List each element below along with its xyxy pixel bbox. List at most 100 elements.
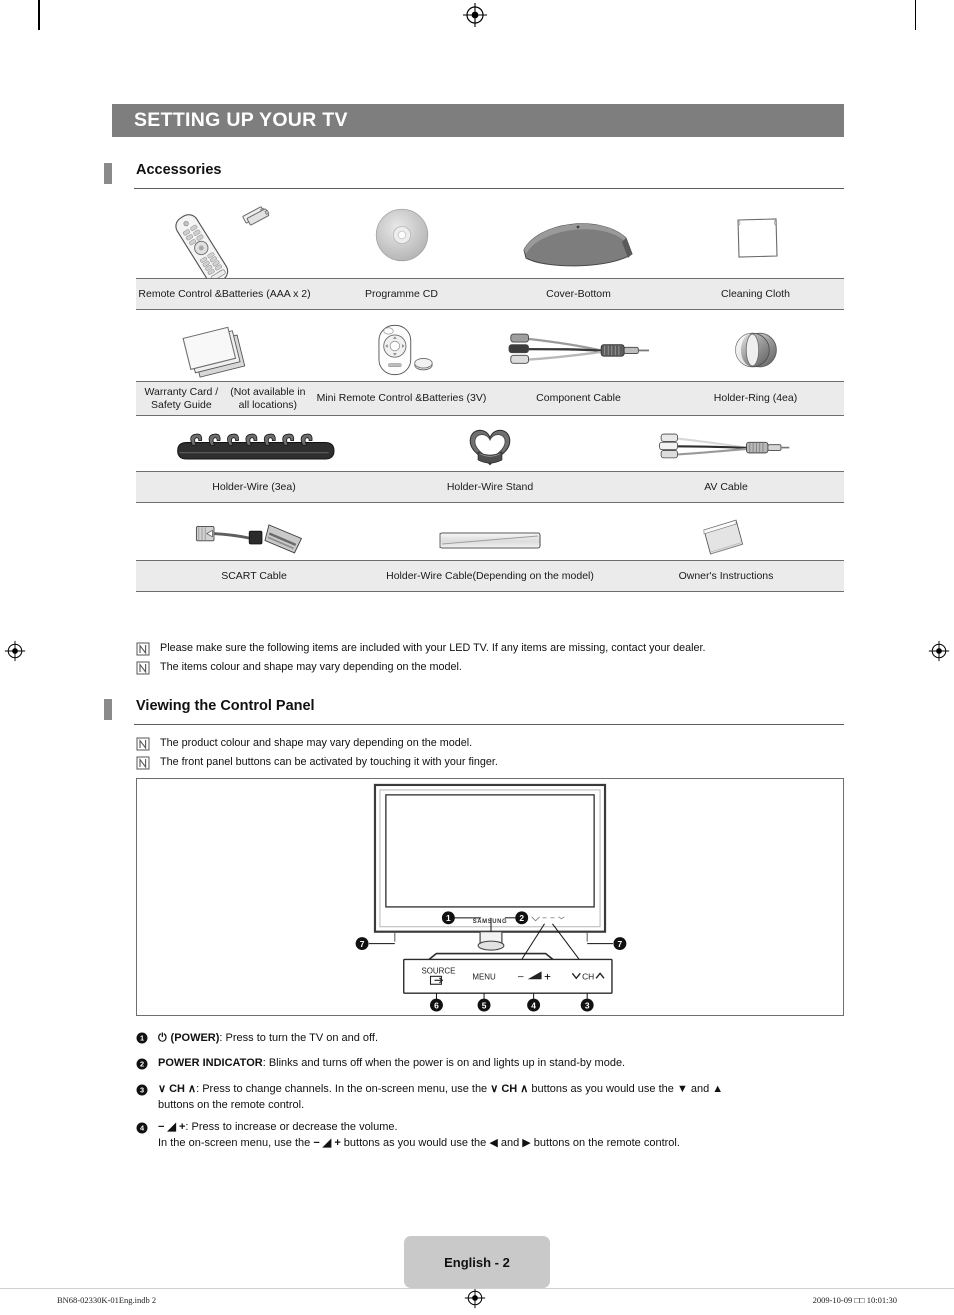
accessory-label: Holder-Wire Cable (Depending on the model… bbox=[386, 569, 594, 582]
accessories-row: SCART Cable Holder-Wire Cable (Depending o… bbox=[136, 510, 844, 592]
tv-front-illustration: SAMSUNG 1 2 7 7 SOURCE MENU − + CH 6 5 4… bbox=[355, 783, 627, 1012]
panel-description-row: 3 ∨ CH ∧: Press to change channels. In th… bbox=[136, 1082, 848, 1113]
control-panel-notes: The product colour and shape may vary de… bbox=[136, 736, 846, 774]
accessory-label: Programme CD bbox=[365, 287, 438, 300]
callout-6: 6 bbox=[430, 998, 443, 1012]
panel-description-text: POWER INDICATOR: Blinks and turns off wh… bbox=[158, 1057, 626, 1069]
svg-text:1: 1 bbox=[140, 1034, 144, 1043]
accessories-heading-label: Accessories bbox=[136, 162, 222, 178]
note-row: The items colour and shape may vary depe… bbox=[136, 660, 846, 675]
av-cable-icon bbox=[608, 423, 844, 471]
callout-number-3: 3 bbox=[136, 1083, 158, 1101]
row-spacer bbox=[136, 310, 844, 317]
svg-text:+: + bbox=[544, 972, 551, 982]
accessory-label: Cleaning Cloth bbox=[721, 287, 790, 300]
holder-ring-icon bbox=[667, 317, 844, 381]
section-divider bbox=[134, 724, 844, 725]
note-row: Please make sure the following items are… bbox=[136, 641, 846, 656]
chapter-title-banner: SETTING UP YOUR TV bbox=[112, 104, 844, 137]
source-button-label: SOURCE bbox=[421, 966, 455, 975]
accessory-label: Mini Remote Control & Batteries (3V) bbox=[316, 392, 487, 405]
accessory-label: Warranty Card / Safety Guide (Not availab… bbox=[144, 386, 306, 411]
manual-page: SETTING UP YOUR TV Accessories Remote Co… bbox=[0, 0, 954, 1315]
tv-control-panel-diagram: SAMSUNG 1 2 7 7 SOURCE MENU − + CH 6 5 4… bbox=[136, 778, 844, 1016]
registration-mark-top-icon bbox=[463, 3, 487, 27]
accessory-label: Owner's Instructions bbox=[678, 569, 774, 582]
row-spacer bbox=[136, 416, 844, 423]
holder-wire-stand-icon bbox=[372, 423, 608, 471]
accessories-row: Holder-Wire (3ea) Holder-Wire Stand AV Cab… bbox=[136, 423, 844, 503]
programme-cd-disc-icon bbox=[313, 190, 490, 278]
svg-text:2: 2 bbox=[519, 913, 524, 923]
chapter-title: SETTING UP YOUR TV bbox=[134, 109, 348, 131]
svg-text:1: 1 bbox=[446, 913, 451, 923]
accessories-label-row: SCART Cable Holder-Wire Cable (Depending o… bbox=[136, 560, 844, 592]
svg-text:7: 7 bbox=[618, 939, 623, 949]
panel-description-row: 1 ⏻ (POWER): Press to turn the TV on and … bbox=[136, 1030, 848, 1049]
note-icon bbox=[136, 756, 150, 770]
accessory-label: Holder-Wire Stand bbox=[446, 480, 534, 493]
callout-7-right: 7 bbox=[613, 937, 627, 951]
svg-text:6: 6 bbox=[434, 1000, 439, 1010]
section-accessories-heading: Accessories bbox=[104, 162, 844, 190]
accessories-row: Warranty Card / Safety Guide (Not availab… bbox=[136, 317, 844, 416]
panel-description-text: − ◢ +: Press to increase or decrease the… bbox=[158, 1121, 680, 1149]
section-accent-bar bbox=[104, 699, 112, 720]
mini-remote-control-with-coin-battery-icon bbox=[313, 317, 490, 381]
note-text: The front panel buttons can be activated… bbox=[160, 756, 498, 768]
accessories-image-row bbox=[136, 190, 844, 278]
note-text: The product colour and shape may vary de… bbox=[160, 737, 473, 749]
svg-text:7: 7 bbox=[360, 939, 365, 949]
accessory-label: Holder-Wire (3ea) bbox=[212, 480, 296, 493]
accessory-label: SCART Cable bbox=[221, 569, 287, 582]
crop-mark-top-left bbox=[38, 0, 40, 30]
callout-3: 3 bbox=[580, 998, 594, 1012]
note-icon bbox=[136, 642, 150, 656]
note-icon bbox=[136, 737, 150, 751]
panel-description-row: 2 POWER INDICATOR: Blinks and turns off w… bbox=[136, 1056, 848, 1075]
warranty-card-safety-guide-icon bbox=[136, 317, 313, 381]
registration-mark-right-icon bbox=[928, 640, 950, 662]
menu-button-label: MENU bbox=[472, 972, 496, 981]
scart-cable-icon bbox=[136, 510, 372, 560]
svg-text:CH: CH bbox=[582, 971, 594, 981]
print-file-name: BN68-02330K-01Eng.indb 2 bbox=[57, 1295, 157, 1305]
accessories-label-row: Warranty Card / Safety Guide (Not availab… bbox=[136, 381, 844, 416]
note-row: The front panel buttons can be activated… bbox=[136, 755, 846, 770]
panel-button-descriptions: 1 ⏻ (POWER): Press to turn the TV on and … bbox=[136, 1030, 848, 1158]
svg-text:2: 2 bbox=[140, 1060, 144, 1069]
cleaning-cloth-icon bbox=[667, 190, 844, 278]
registration-mark-left-icon bbox=[4, 640, 26, 662]
accessories-label-row: Holder-Wire (3ea) Holder-Wire Stand AV Cab… bbox=[136, 471, 844, 503]
callout-2: 2 bbox=[515, 911, 529, 925]
samsung-logo: SAMSUNG bbox=[473, 919, 508, 925]
section-control-panel-heading: Viewing the Control Panel bbox=[104, 698, 844, 726]
accessories-table: Remote Control & Batteries (AAA x 2) Progr… bbox=[136, 190, 844, 592]
accessory-label: Component Cable bbox=[536, 392, 621, 405]
registration-mark-bottom-icon bbox=[464, 1287, 486, 1309]
row-spacer bbox=[136, 503, 844, 510]
accessory-label: Remote Control & Batteries (AAA x 2) bbox=[138, 287, 311, 300]
svg-text:3: 3 bbox=[140, 1086, 144, 1095]
accessories-image-row bbox=[136, 317, 844, 381]
holder-wire-cable-icon bbox=[372, 510, 608, 560]
control-panel-heading-label: Viewing the Control Panel bbox=[136, 698, 315, 714]
accessory-label: Cover-Bottom bbox=[546, 287, 611, 300]
callout-5: 5 bbox=[477, 998, 491, 1012]
footer-divider bbox=[0, 1288, 954, 1289]
panel-description-text: ⏻ (POWER): Press to turn the TV on and o… bbox=[158, 1031, 378, 1044]
cover-bottom-panel-icon bbox=[490, 190, 667, 278]
page-number-label: English - 2 bbox=[444, 1254, 510, 1270]
owners-instructions-booklet-icon bbox=[608, 510, 844, 560]
accessories-label-row: Remote Control & Batteries (AAA x 2) Progr… bbox=[136, 278, 844, 310]
accessory-label: Holder-Ring (4ea) bbox=[713, 392, 798, 405]
callout-4: 4 bbox=[527, 998, 541, 1012]
component-cable-icon bbox=[490, 317, 667, 381]
panel-description-text: ∨ CH ∧: Press to change channels. In the… bbox=[158, 1083, 724, 1111]
note-text: The items colour and shape may vary depe… bbox=[160, 661, 462, 673]
accessory-label: AV Cable bbox=[704, 480, 748, 493]
svg-text:4: 4 bbox=[531, 1000, 536, 1010]
remote-control-with-batteries-icon bbox=[136, 190, 313, 278]
svg-text:−: − bbox=[517, 972, 524, 982]
svg-text:5: 5 bbox=[482, 1000, 487, 1010]
